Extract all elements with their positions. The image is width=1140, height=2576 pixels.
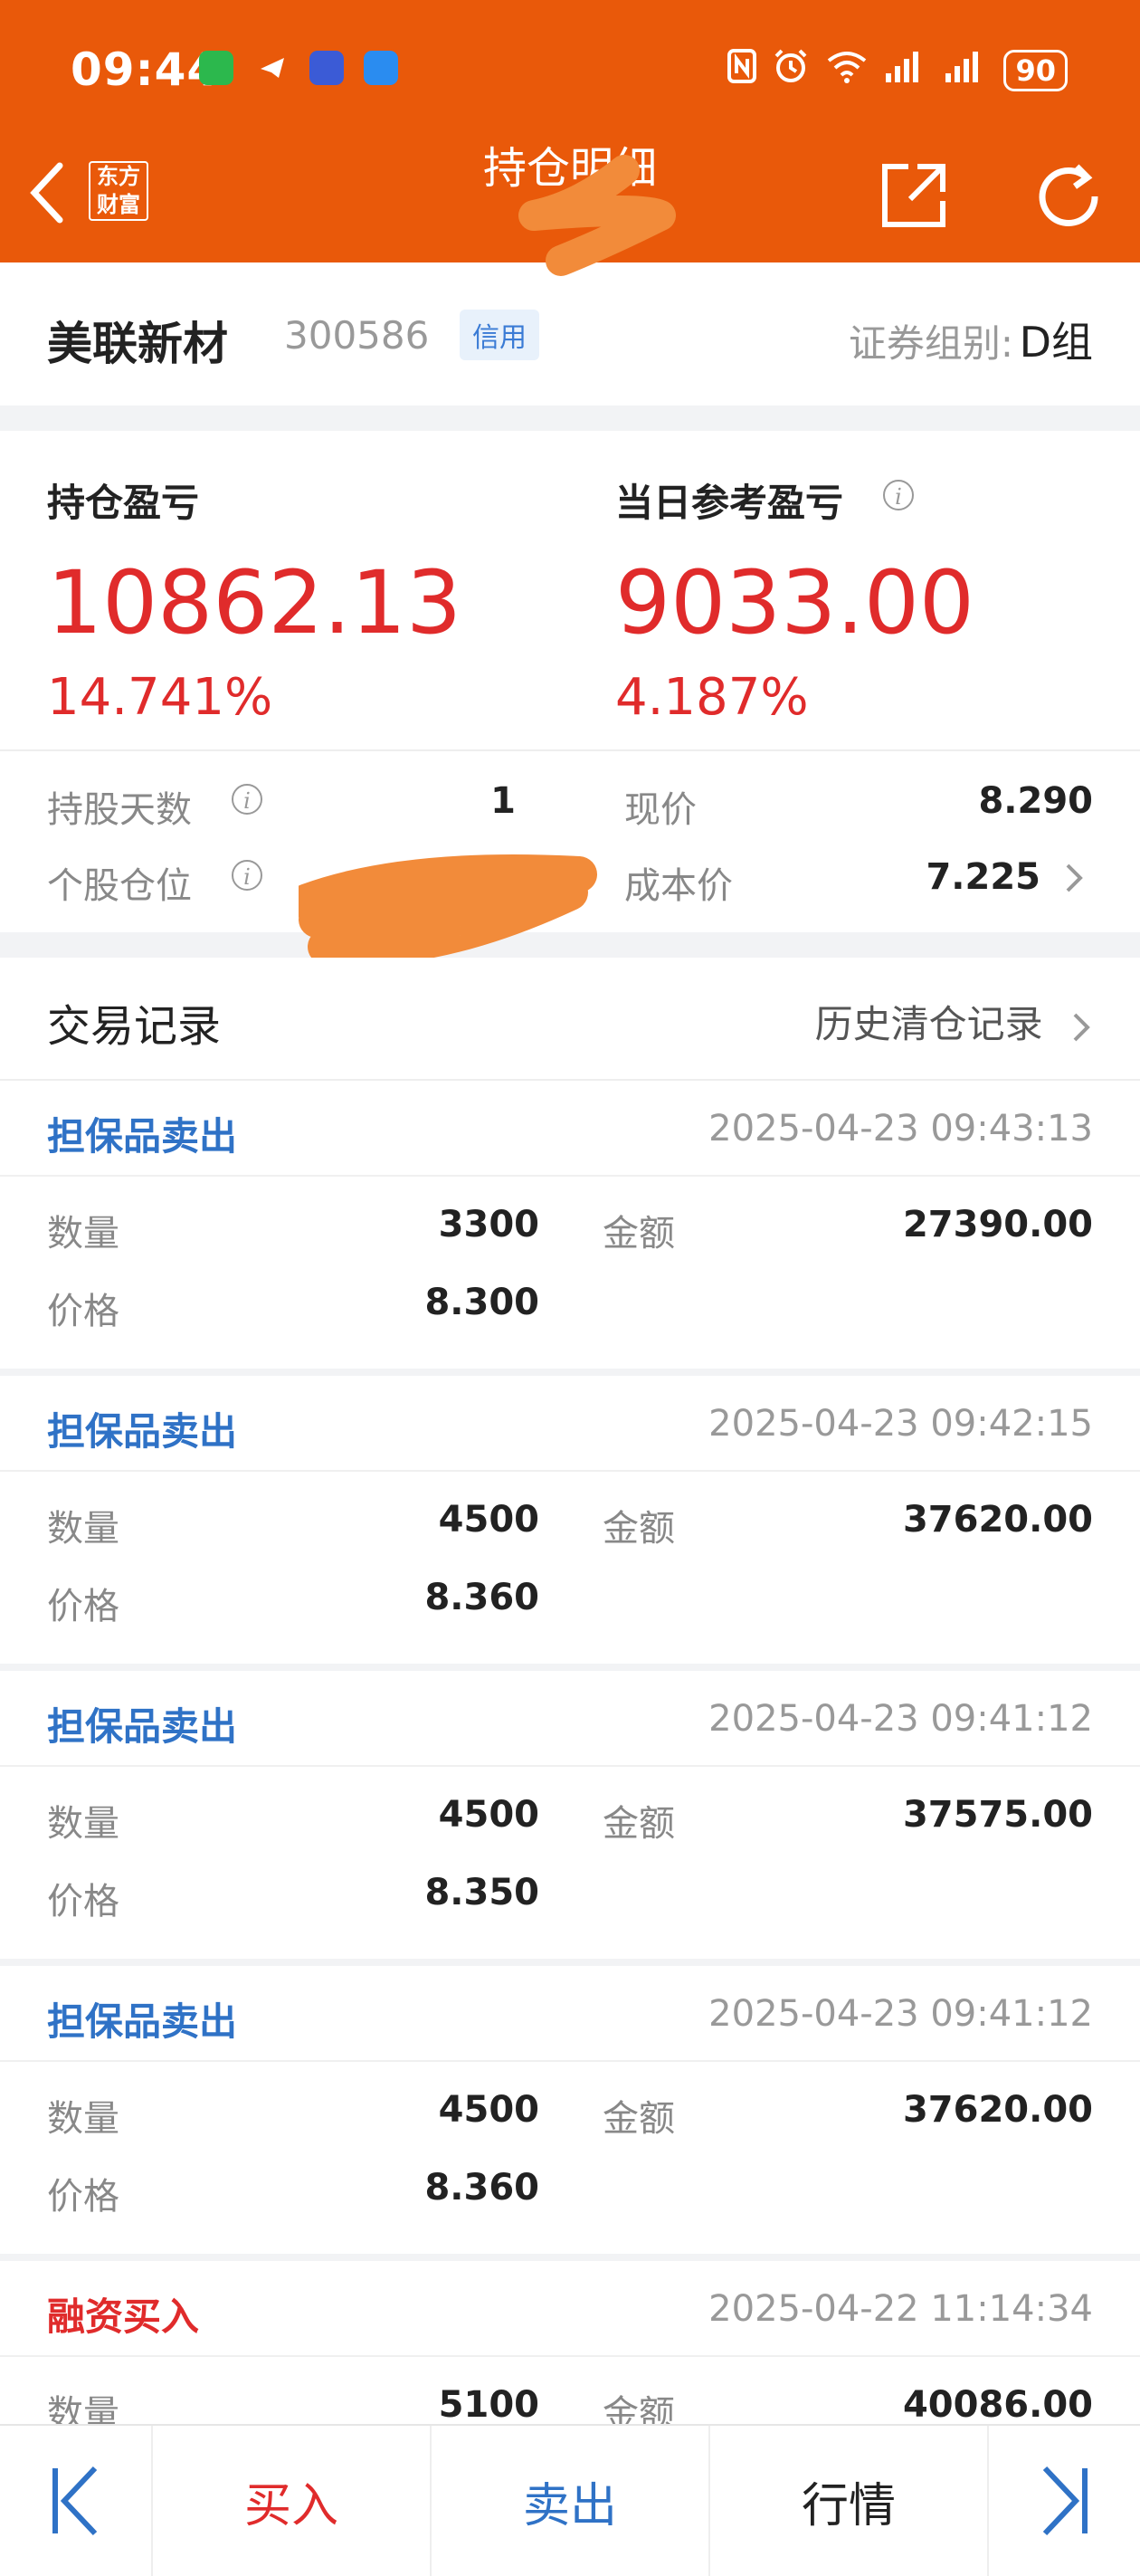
price-value: 8.360	[424, 1577, 539, 1618]
wifi-icon	[824, 48, 869, 92]
telegram-icon	[255, 51, 290, 85]
qty-value: 5100	[438, 2384, 539, 2424]
trade-type: 担保品卖出	[47, 1409, 238, 1454]
trade-time: 2025-04-22 11:14:34	[708, 2288, 1093, 2330]
separator	[0, 1959, 1140, 1966]
hold-days-value: 1	[490, 780, 516, 822]
position-pnl-value: 10862.13	[47, 552, 462, 654]
cost-price-label: 成本价	[624, 865, 733, 907]
position-pnl-label: 持仓盈亏	[47, 481, 200, 525]
trade-type: 担保品卖出	[47, 1999, 238, 2044]
group-value: D组	[1019, 318, 1093, 367]
amount-label: 金额	[603, 1803, 675, 1845]
separator	[0, 1369, 1140, 1376]
daily-pnl-percent: 4.187%	[615, 668, 809, 727]
amount-label: 金额	[603, 2393, 675, 2424]
skip-next-icon	[1042, 2466, 1088, 2536]
trade-type: 担保品卖出	[47, 1114, 238, 1159]
divider	[0, 749, 1140, 751]
previous-stock-button[interactable]	[0, 2426, 153, 2576]
amount-label: 金额	[603, 2098, 675, 2140]
price-label: 价格	[47, 2176, 119, 2218]
skip-previous-icon	[52, 2466, 98, 2536]
daily-pnl-value: 9033.00	[615, 552, 974, 654]
hold-days-label: 持股天数	[47, 789, 192, 831]
buy-button[interactable]: 买入	[153, 2426, 432, 2576]
signal-icon	[884, 48, 929, 92]
qty-label: 数量	[47, 1213, 119, 1255]
status-icons: 90	[727, 47, 1068, 93]
qty-label: 数量	[47, 2393, 119, 2424]
trade-time: 2025-04-23 09:42:15	[708, 1403, 1093, 1445]
position-ratio-info-icon[interactable]: i	[232, 860, 262, 891]
trade-record[interactable]: 担保品卖出 2025-04-23 09:41:12 数量 4500 金额 375…	[0, 1671, 1140, 1959]
next-stock-button[interactable]	[989, 2426, 1140, 2576]
nfc-icon	[727, 48, 757, 92]
qty-label: 数量	[47, 1508, 119, 1550]
trade-time: 2025-04-23 09:41:12	[708, 1698, 1093, 1740]
trade-type: 担保品卖出	[47, 1704, 238, 1749]
separator	[0, 2254, 1140, 2261]
wechat-icon	[199, 51, 233, 85]
current-price-label: 现价	[624, 789, 697, 831]
trade-type: 融资买入	[47, 2295, 200, 2339]
qty-label: 数量	[47, 2098, 119, 2140]
price-value: 8.300	[424, 1282, 539, 1323]
message-app-icon	[364, 51, 398, 85]
hold-days-info-icon[interactable]: i	[232, 784, 262, 815]
app-notification-icon	[309, 51, 344, 85]
chevron-right-icon[interactable]	[1064, 860, 1086, 900]
amount-value: 27390.00	[902, 1204, 1093, 1245]
trade-record[interactable]: 融资买入 2025-04-22 11:14:34 数量 5100 金额 4008…	[0, 2261, 1140, 2424]
status-time: 09:44	[71, 43, 220, 96]
cost-price-value: 7.225	[926, 856, 1040, 898]
credit-badge: 信用	[460, 310, 539, 360]
signal-icon-2	[944, 48, 989, 92]
bottom-action-bar: 买入 卖出 行情	[0, 2424, 1140, 2576]
history-clear-link[interactable]: 历史清仓记录	[815, 994, 1093, 1049]
group-label: 证券组别:	[848, 321, 1013, 366]
price-value: 8.350	[424, 1872, 539, 1913]
share-icon[interactable]	[878, 159, 950, 235]
separator	[0, 1664, 1140, 1671]
trade-records: 交易记录 历史清仓记录 担保品卖出 2025-04-23 09:43:13 数量…	[0, 958, 1140, 2424]
trade-record[interactable]: 担保品卖出 2025-04-23 09:42:15 数量 4500 金额 376…	[0, 1376, 1140, 1664]
amount-label: 金额	[603, 1508, 675, 1550]
records-title: 交易记录	[47, 1001, 222, 1052]
daily-pnl-label: 当日参考盈亏	[615, 481, 844, 525]
redaction-scribble	[299, 854, 597, 967]
quote-button[interactable]: 行情	[710, 2426, 990, 2576]
qty-value: 3300	[438, 1204, 539, 1245]
stock-name: 美联新材	[47, 318, 228, 370]
stock-code: 300586	[284, 313, 430, 358]
price-value: 8.360	[424, 2167, 539, 2209]
qty-value: 4500	[438, 1794, 539, 1836]
price-label: 价格	[47, 1881, 119, 1922]
battery-indicator: 90	[1003, 49, 1068, 91]
position-pnl-percent: 14.741%	[47, 668, 273, 727]
price-label: 价格	[47, 1586, 119, 1627]
position-ratio-label: 个股仓位	[47, 865, 192, 907]
chevron-right-icon	[1073, 1013, 1090, 1041]
pnl-card: 持仓盈亏 10862.13 14.741% 当日参考盈亏 i 9033.00 4…	[0, 431, 1140, 967]
price-label: 价格	[47, 1291, 119, 1332]
trade-time: 2025-04-23 09:41:12	[708, 1993, 1093, 2035]
current-price-value: 8.290	[978, 780, 1093, 822]
alarm-icon	[772, 47, 810, 93]
trade-record[interactable]: 担保品卖出 2025-04-23 09:43:13 数量 3300 金额 273…	[0, 1081, 1140, 1369]
amount-value: 40086.00	[902, 2384, 1093, 2424]
sell-button[interactable]: 卖出	[432, 2426, 711, 2576]
redaction-scribble-title	[518, 155, 676, 276]
amount-label: 金额	[603, 1213, 675, 1255]
trade-time: 2025-04-23 09:43:13	[708, 1108, 1093, 1150]
amount-value: 37620.00	[902, 1499, 1093, 1541]
amount-value: 37575.00	[902, 1794, 1093, 1836]
daily-pnl-info-icon[interactable]: i	[883, 480, 914, 510]
qty-value: 4500	[438, 1499, 539, 1541]
amount-value: 37620.00	[902, 2089, 1093, 2131]
refresh-icon[interactable]	[1031, 159, 1106, 237]
qty-value: 4500	[438, 2089, 539, 2131]
qty-label: 数量	[47, 1803, 119, 1845]
trade-record[interactable]: 担保品卖出 2025-04-23 09:41:12 数量 4500 金额 376…	[0, 1966, 1140, 2254]
